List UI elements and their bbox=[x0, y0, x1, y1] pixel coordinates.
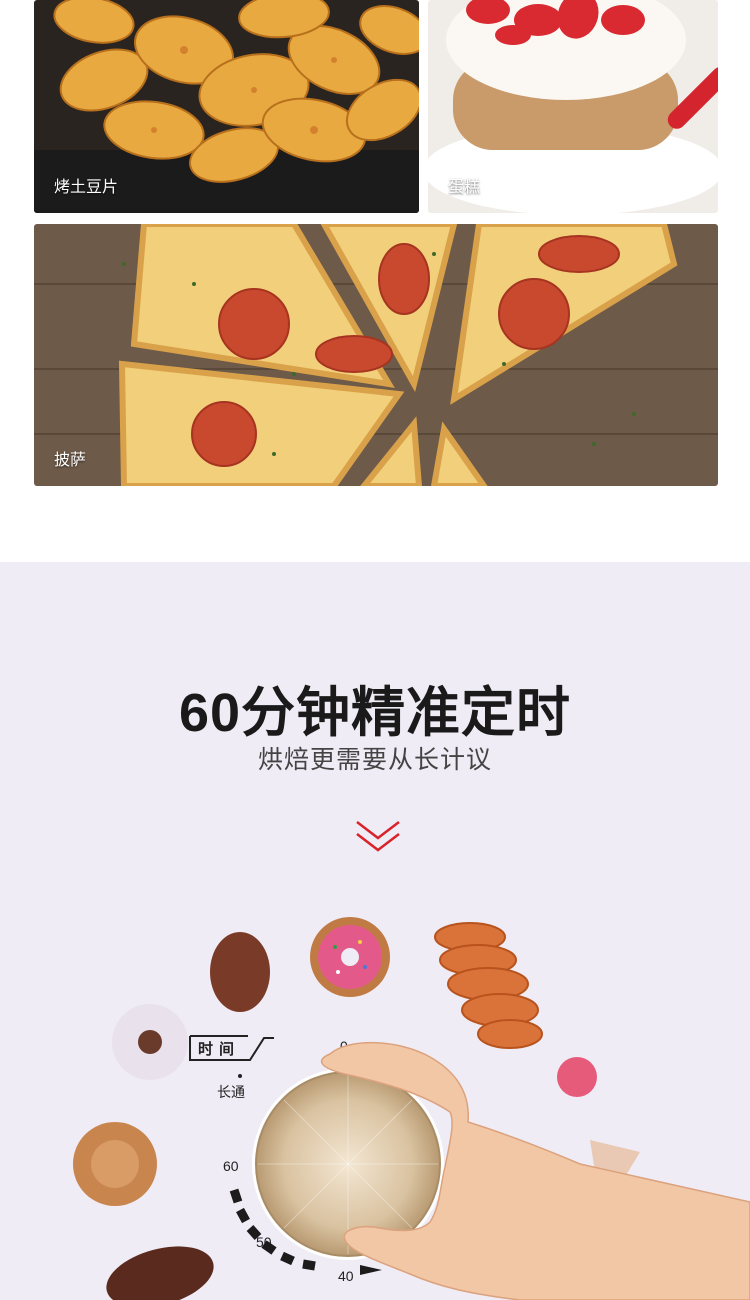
timer-subheadline: 烘焙更需要从长计议 bbox=[257, 746, 492, 774]
food-gallery: 烤土豆片 蛋糕 披萨 bbox=[0, 0, 750, 562]
pizza-photo: 披萨 bbox=[34, 224, 718, 486]
chips-caption: 烤土豆片 bbox=[54, 179, 119, 196]
pizza-caption: 披萨 bbox=[54, 452, 87, 469]
timer-section: 60分钟精准定时 烘焙更需要从长计议 时间 长通 60 50 40 bbox=[0, 562, 750, 1300]
timer-dial-graphic bbox=[229, 1041, 750, 1300]
cake-photo: 蛋糕 bbox=[428, 0, 718, 213]
timer-headline: 60分钟精准定时 bbox=[178, 683, 572, 743]
double-chevron-down-icon bbox=[356, 821, 400, 852]
cake-caption: 蛋糕 bbox=[448, 179, 481, 196]
potato-chips-photo: 烤土豆片 bbox=[34, 0, 419, 213]
timer-dial-scene: 时间 长通 0 60 50 40 bbox=[0, 902, 750, 1300]
